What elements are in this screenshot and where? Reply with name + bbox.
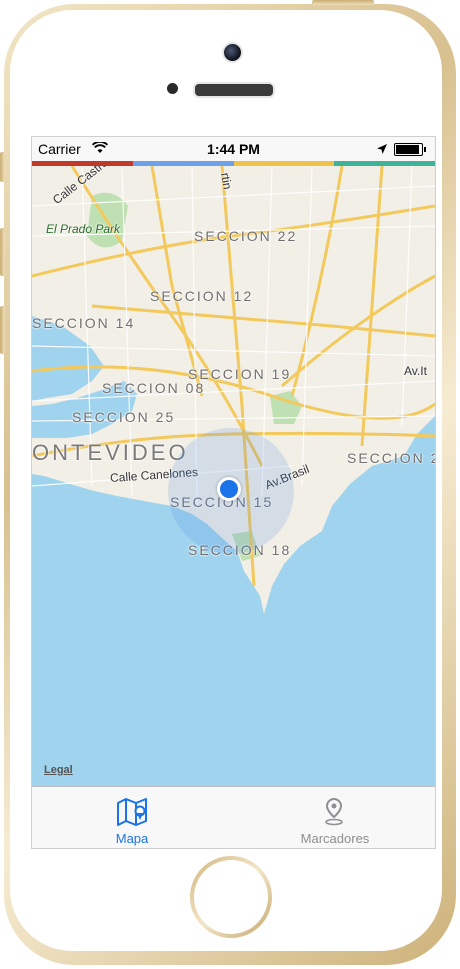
label-el-prado-park: El Prado Park — [46, 222, 121, 236]
location-pin-icon — [325, 797, 343, 826]
map-icon — [117, 798, 147, 826]
location-arrow-icon — [377, 144, 387, 154]
app-screen: Carrier 1:44 PM SECCION 22 SECCION 12 SE… — [31, 136, 436, 849]
user-location-dot[interactable] — [217, 477, 241, 501]
label-seccion-08: SECCION 08 — [102, 380, 206, 396]
tab-mapa[interactable]: Mapa — [32, 787, 232, 848]
volume-down-button — [0, 306, 5, 354]
label-seccion-12: SECCION 12 — [150, 288, 254, 304]
label-seccion-2: SECCION 2 — [347, 450, 435, 466]
label-seccion-25: SECCION 25 — [72, 409, 176, 425]
label-city: ONTEVIDEO — [32, 440, 189, 465]
legal-link[interactable]: Legal — [44, 764, 73, 776]
home-button[interactable] — [190, 856, 272, 938]
status-bar: Carrier 1:44 PM — [32, 137, 435, 161]
power-button — [312, 0, 374, 5]
clock: 1:44 PM — [207, 141, 260, 157]
front-camera — [222, 42, 243, 63]
proximity-sensor — [167, 83, 178, 94]
volume-up-button — [0, 228, 5, 276]
label-seccion-14: SECCION 14 — [32, 315, 136, 331]
label-seccion-22: SECCION 22 — [194, 228, 298, 244]
battery-icon — [394, 143, 426, 156]
label-av-it: Av.It — [404, 364, 427, 378]
label-rtin: rtin — [217, 171, 235, 191]
tab-marcadores[interactable]: Marcadores — [235, 787, 435, 848]
tab-bar: Mapa Marcadores — [32, 786, 435, 848]
mute-switch — [0, 152, 5, 182]
earpiece-speaker — [193, 82, 275, 98]
tab-marcadores-label: Marcadores — [300, 831, 370, 846]
map-view[interactable]: SECCION 22 SECCION 12 SECCION 14 SECCION… — [32, 166, 435, 786]
tab-mapa-label: Mapa — [115, 831, 149, 846]
